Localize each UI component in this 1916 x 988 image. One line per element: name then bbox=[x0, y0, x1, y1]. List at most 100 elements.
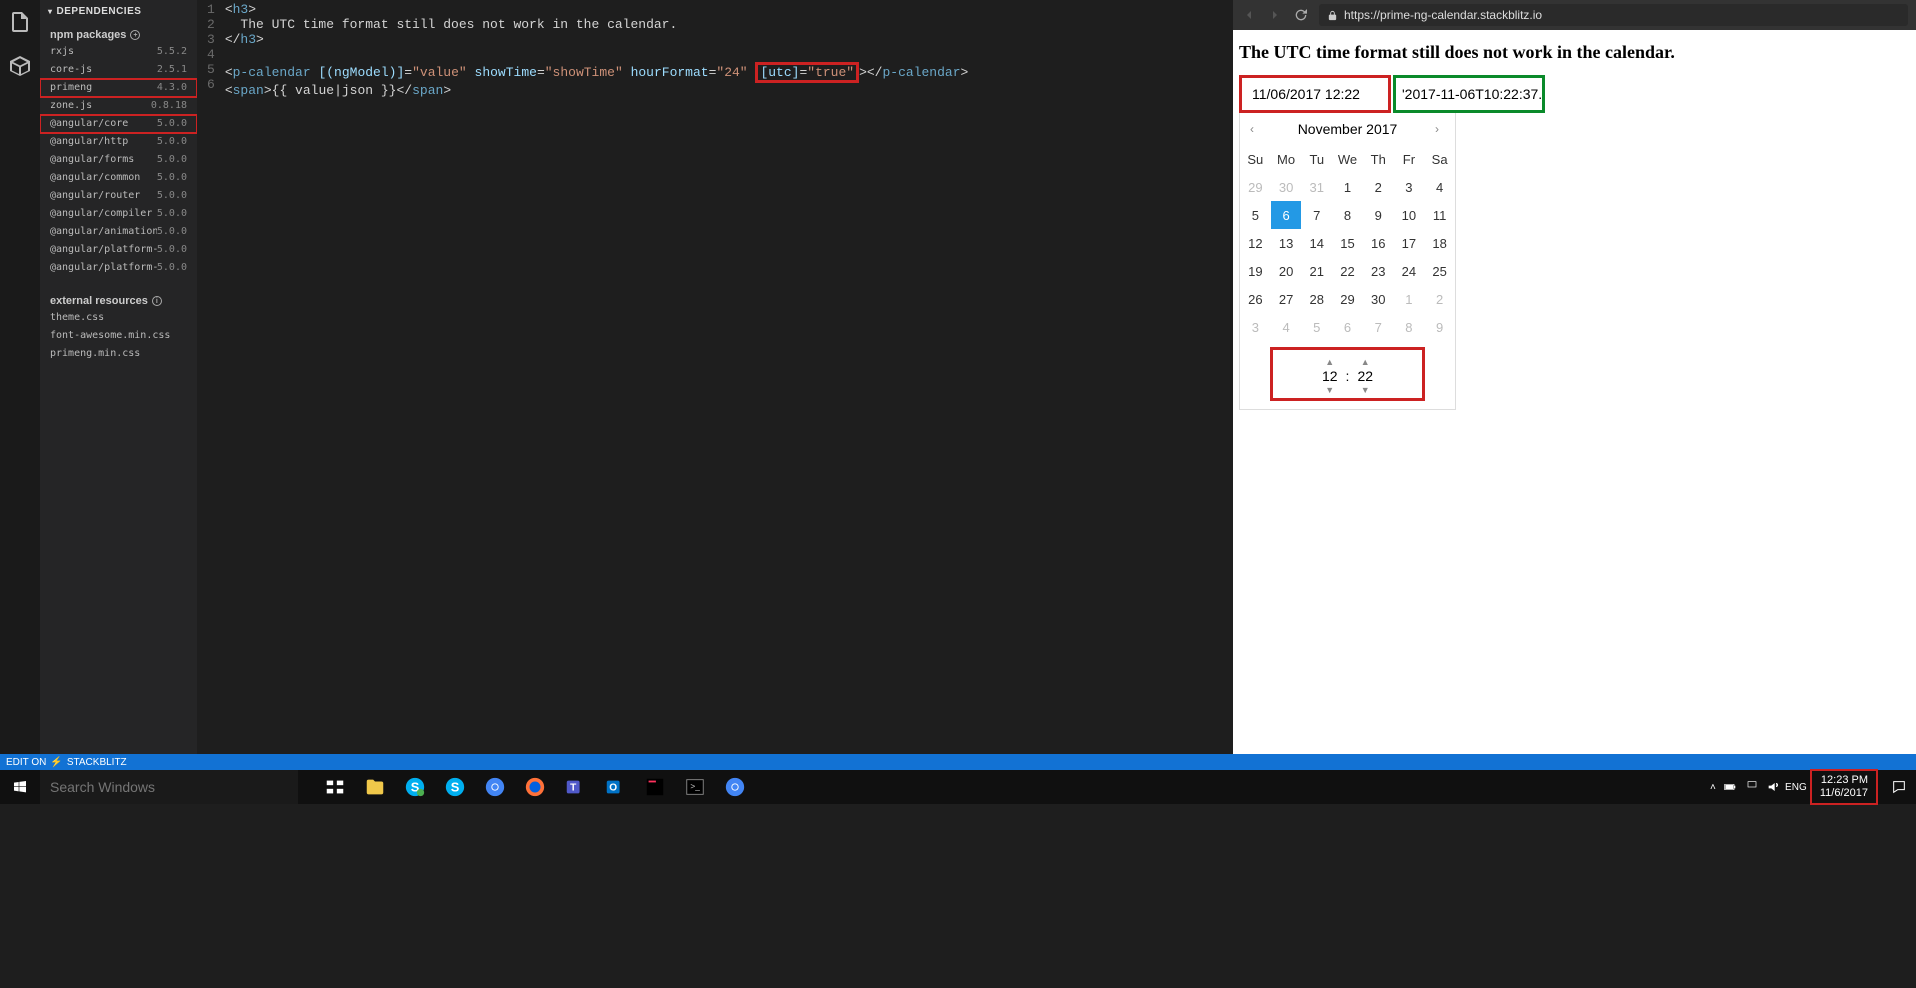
minute-down-icon[interactable]: ▼ bbox=[1361, 386, 1370, 394]
next-month-icon[interactable]: › bbox=[1435, 122, 1445, 136]
hour-value: 12 bbox=[1322, 366, 1338, 386]
calendar-day[interactable]: 7 bbox=[1301, 201, 1332, 229]
dependency-item[interactable]: primeng4.3.0 bbox=[40, 79, 197, 97]
calendar-day[interactable]: 19 bbox=[1240, 257, 1271, 285]
volume-icon[interactable] bbox=[1766, 779, 1782, 795]
prev-month-icon[interactable]: ‹ bbox=[1250, 122, 1260, 136]
network-icon[interactable] bbox=[1744, 779, 1760, 795]
back-icon[interactable] bbox=[1241, 7, 1257, 23]
file-explorer-icon[interactable] bbox=[356, 770, 394, 804]
calendar-day[interactable]: 2 bbox=[1363, 173, 1394, 201]
info-icon[interactable]: + bbox=[130, 30, 140, 40]
calendar-day[interactable]: 22 bbox=[1332, 257, 1363, 285]
intellij-icon[interactable] bbox=[636, 770, 674, 804]
search-input[interactable] bbox=[40, 770, 298, 804]
calendar-day[interactable]: 24 bbox=[1394, 257, 1425, 285]
package-icon[interactable] bbox=[8, 54, 32, 78]
minute-up-icon[interactable]: ▲ bbox=[1361, 358, 1370, 366]
dependency-item[interactable]: zone.js0.8.18 bbox=[40, 97, 197, 115]
calendar-day[interactable]: 4 bbox=[1271, 313, 1302, 341]
hour-down-icon[interactable]: ▼ bbox=[1325, 386, 1334, 394]
calendar-day[interactable]: 29 bbox=[1332, 285, 1363, 313]
firefox-icon[interactable] bbox=[516, 770, 554, 804]
notifications-icon[interactable] bbox=[1882, 770, 1916, 804]
dependency-item[interactable]: core-js2.5.1 bbox=[40, 61, 197, 79]
task-view-icon[interactable] bbox=[316, 770, 354, 804]
dependency-item[interactable]: @angular/compiler5.0.0 bbox=[40, 205, 197, 223]
calendar-day[interactable]: 23 bbox=[1363, 257, 1394, 285]
code-editor[interactable]: 123456 <h3> The UTC time format still do… bbox=[197, 0, 1233, 754]
sidebar-header[interactable]: ▾ DEPENDENCIES bbox=[40, 0, 197, 23]
reload-icon[interactable] bbox=[1293, 7, 1309, 23]
code-content[interactable]: <h3> The UTC time format still does not … bbox=[225, 2, 969, 754]
tray-expand-icon[interactable]: ˄ bbox=[1710, 782, 1716, 793]
dependency-item[interactable]: @angular/core5.0.0 bbox=[40, 115, 197, 133]
calendar-day[interactable]: 31 bbox=[1301, 173, 1332, 201]
dependency-item[interactable]: @angular/router5.0.0 bbox=[40, 187, 197, 205]
teams-icon[interactable]: T bbox=[556, 770, 594, 804]
url-bar[interactable]: https://prime-ng-calendar.stackblitz.io bbox=[1319, 4, 1908, 26]
chrome-icon-2[interactable] bbox=[716, 770, 754, 804]
calendar-day[interactable]: 1 bbox=[1394, 285, 1425, 313]
calendar-day[interactable]: 9 bbox=[1363, 201, 1394, 229]
stackblitz-bar[interactable]: EDIT ON ⚡ STACKBLITZ bbox=[0, 754, 1916, 770]
dependency-item[interactable]: @angular/platform-browser5.0.0 bbox=[40, 241, 197, 259]
calendar-day[interactable]: 3 bbox=[1240, 313, 1271, 341]
calendar-day[interactable]: 10 bbox=[1394, 201, 1425, 229]
calendar-day[interactable]: 3 bbox=[1394, 173, 1425, 201]
calendar-day[interactable]: 5 bbox=[1301, 313, 1332, 341]
calendar-day[interactable]: 16 bbox=[1363, 229, 1394, 257]
calendar-day[interactable]: 4 bbox=[1424, 173, 1455, 201]
calendar-day[interactable]: 27 bbox=[1271, 285, 1302, 313]
files-icon[interactable] bbox=[8, 10, 32, 34]
calendar-day[interactable]: 8 bbox=[1332, 201, 1363, 229]
dependency-item[interactable]: @angular/http5.0.0 bbox=[40, 133, 197, 151]
calendar-day[interactable]: 5 bbox=[1240, 201, 1271, 229]
calendar-day[interactable]: 17 bbox=[1394, 229, 1425, 257]
calendar-day[interactable]: 15 bbox=[1332, 229, 1363, 257]
dependency-item[interactable]: @angular/animations5.0.0 bbox=[40, 223, 197, 241]
calendar-day[interactable]: 9 bbox=[1424, 313, 1455, 341]
dependency-item[interactable]: @angular/forms5.0.0 bbox=[40, 151, 197, 169]
taskbar-clock[interactable]: 12:23 PM 11/6/2017 bbox=[1810, 769, 1878, 805]
calendar-day[interactable]: 30 bbox=[1363, 285, 1394, 313]
external-resource-item[interactable]: theme.css bbox=[40, 309, 197, 327]
terminal-icon[interactable]: >_ bbox=[676, 770, 714, 804]
external-resource-item[interactable]: primeng.min.css bbox=[40, 345, 197, 363]
calendar-day[interactable]: 1 bbox=[1332, 173, 1363, 201]
dependency-list: rxjs5.5.2core-js2.5.1primeng4.3.0zone.js… bbox=[40, 43, 197, 277]
dependency-item[interactable]: @angular/common5.0.0 bbox=[40, 169, 197, 187]
calendar-day[interactable]: 13 bbox=[1271, 229, 1302, 257]
date-input[interactable]: 11/06/2017 12:22 bbox=[1239, 75, 1391, 113]
calendar-day[interactable]: 25 bbox=[1424, 257, 1455, 285]
calendar-day[interactable]: 28 bbox=[1301, 285, 1332, 313]
info-icon[interactable]: i bbox=[152, 296, 162, 306]
calendar-day[interactable]: 12 bbox=[1240, 229, 1271, 257]
battery-icon[interactable] bbox=[1722, 779, 1738, 795]
skype-icon[interactable]: S bbox=[436, 770, 474, 804]
hour-up-icon[interactable]: ▲ bbox=[1325, 358, 1334, 366]
calendar-day[interactable]: 11 bbox=[1424, 201, 1455, 229]
calendar-day[interactable]: 30 bbox=[1271, 173, 1302, 201]
calendar-day[interactable]: 29 bbox=[1240, 173, 1271, 201]
dependency-item[interactable]: @angular/platform-browser-dynamic5.0.0 bbox=[40, 259, 197, 277]
external-resource-item[interactable]: font-awesome.min.css bbox=[40, 327, 197, 345]
dependency-item[interactable]: rxjs5.5.2 bbox=[40, 43, 197, 61]
outlook-icon[interactable]: O bbox=[596, 770, 634, 804]
calendar-day[interactable]: 6 bbox=[1271, 201, 1302, 229]
calendar-day[interactable]: 6 bbox=[1332, 313, 1363, 341]
forward-icon[interactable] bbox=[1267, 7, 1283, 23]
calendar-day[interactable]: 7 bbox=[1363, 313, 1394, 341]
calendar-day[interactable]: 2 bbox=[1424, 285, 1455, 313]
calendar-day[interactable]: 18 bbox=[1424, 229, 1455, 257]
calendar-day[interactable]: 21 bbox=[1301, 257, 1332, 285]
calendar-day[interactable]: 14 bbox=[1301, 229, 1332, 257]
calendar-day[interactable]: 20 bbox=[1271, 257, 1302, 285]
start-button[interactable] bbox=[0, 770, 40, 804]
calendar-day[interactable]: 26 bbox=[1240, 285, 1271, 313]
calendar-title: November 2017 bbox=[1298, 121, 1398, 137]
calendar-day[interactable]: 8 bbox=[1394, 313, 1425, 341]
language-indicator[interactable]: ENG bbox=[1788, 779, 1804, 795]
chrome-icon[interactable] bbox=[476, 770, 514, 804]
skype-business-icon[interactable]: S bbox=[396, 770, 434, 804]
